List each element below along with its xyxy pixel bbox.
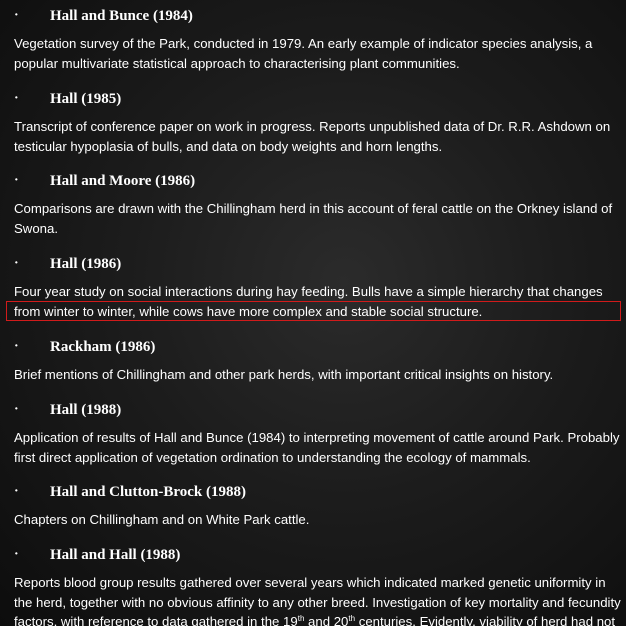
bibliography-entry: · Hall and Bunce (1984): [0, 6, 626, 26]
description-line: Reports blood group results gathered ove…: [14, 575, 606, 590]
bullet-icon: ·: [14, 484, 19, 499]
entry-heading: Rackham (1986): [50, 339, 156, 355]
entry-heading: Hall and Moore (1986): [50, 173, 196, 189]
bibliography-entry: · Hall and Clutton-Brock (1988): [0, 482, 626, 502]
description-line: Swona.: [14, 220, 58, 236]
entry-description: Application of results of Hall and Bunce…: [14, 428, 620, 467]
entry-heading: Hall (1988): [50, 402, 122, 418]
description-line: Application of results of Hall and Bunce…: [14, 430, 620, 445]
text-fragment: factors, with reference to data gathered…: [14, 614, 298, 626]
bullet-icon: ·: [14, 256, 19, 271]
bibliography-entry: · Hall and Moore (1986): [0, 171, 626, 191]
bullet-icon: ·: [14, 91, 19, 106]
bibliography-entry: · Hall (1986): [0, 254, 626, 274]
description-line: the herd, together with no obvious affin…: [14, 594, 621, 610]
entry-heading: Hall (1985): [50, 91, 122, 107]
entry-heading: Hall and Hall (1988): [50, 547, 181, 563]
bullet-icon: ·: [14, 547, 19, 562]
bibliography-entry: · Hall (1988): [0, 400, 626, 420]
entry-heading: Hall and Bunce (1984): [50, 8, 193, 24]
bibliography-entry: · Hall and Hall (1988): [0, 545, 626, 565]
description-line: Comparisons are drawn with the Chillingh…: [14, 201, 613, 216]
entry-description: Chapters on Chillingham and on White Par…: [14, 510, 620, 530]
bullet-icon: ·: [14, 8, 19, 23]
description-line: Brief mentions of Chillingham and other …: [14, 367, 554, 382]
description-line: Transcript of conference paper on work i…: [14, 119, 611, 134]
description-line: first direct application of vegetation o…: [14, 449, 531, 465]
bullet-icon: ·: [14, 173, 19, 188]
description-line: popular multivariate statistical approac…: [14, 55, 460, 71]
text-fragment: and 20: [304, 614, 349, 626]
entry-description: Comparisons are drawn with the Chillingh…: [14, 199, 620, 238]
bullet-icon: ·: [14, 402, 19, 417]
bullet-icon: ·: [14, 339, 19, 354]
document-page: · Hall and Bunce (1984) Vegetation surve…: [0, 0, 626, 626]
description-line: Chapters on Chillingham and on White Par…: [14, 512, 310, 527]
selection-highlight-box: [6, 301, 621, 321]
entry-description: Transcript of conference paper on work i…: [14, 117, 620, 156]
bibliography-entry: · Rackham (1986): [0, 337, 626, 357]
bibliography-entry: · Hall (1985): [0, 89, 626, 109]
entry-description: Reports blood group results gathered ove…: [14, 573, 621, 626]
entry-description: Vegetation survey of the Park, conducted…: [14, 34, 620, 73]
description-line: Four year study on social interactions d…: [14, 284, 603, 299]
entry-heading: Hall (1986): [50, 256, 122, 272]
entry-description: Brief mentions of Chillingham and other …: [14, 365, 620, 385]
description-line: factors, with reference to data gathered…: [14, 612, 620, 626]
entry-heading: Hall and Clutton-Brock (1988): [50, 484, 246, 500]
text-fragment: centuries. Evidently, viability of herd …: [355, 614, 616, 626]
description-line: Vegetation survey of the Park, conducted…: [14, 36, 593, 51]
description-line: testicular hypoplasia of bulls, and data…: [14, 138, 443, 154]
